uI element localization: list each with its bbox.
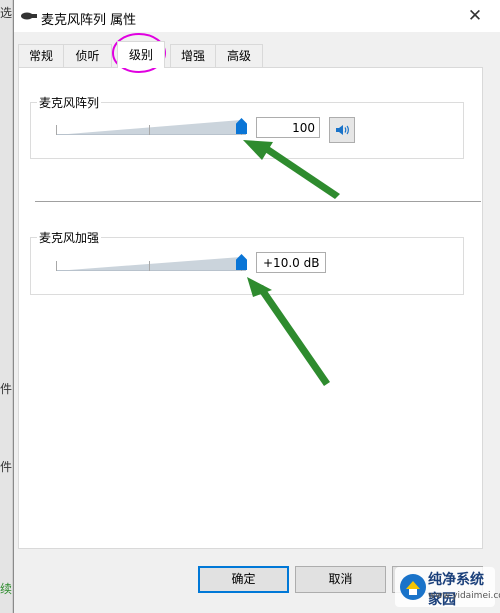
microphone-icon: [21, 12, 37, 20]
close-icon[interactable]: ✕: [463, 4, 487, 28]
mic-boost-slider[interactable]: [56, 252, 247, 274]
title-bar[interactable]: 麦克风阵列 属性 ✕: [14, 0, 500, 32]
tab-levels[interactable]: 级别: [117, 41, 165, 68]
mic-boost-label: 麦克风加强: [37, 229, 102, 246]
background-text: 件: [0, 460, 13, 474]
tab-advanced[interactable]: 高级: [215, 44, 263, 67]
watermark-logo-icon: [400, 574, 426, 600]
mic-boost-group: 麦克风加强 +10.0 dB: [30, 229, 464, 295]
ok-button[interactable]: 确定: [198, 566, 289, 593]
cancel-button[interactable]: 取消: [295, 566, 386, 593]
mic-boost-value: +10.0 dB: [256, 252, 326, 273]
properties-dialog: 麦克风阵列 属性 ✕ 常规 侦听 级别 增强 高级 麦克风阵列 100 麦克风加…: [13, 0, 500, 613]
levels-panel: 麦克风阵列 100 麦克风加强 +10.0 dB: [18, 67, 483, 549]
mute-button[interactable]: [329, 117, 355, 143]
slider-track: [56, 270, 246, 271]
background-text: 续: [0, 582, 13, 596]
slider-tick: [149, 125, 150, 135]
speaker-icon: [336, 125, 349, 135]
tab-enhancements[interactable]: 增强: [170, 44, 216, 67]
section-divider: [35, 201, 481, 202]
watermark: 纯净系统家园 www.yidaimei.com: [395, 567, 500, 608]
background-text: 件: [0, 382, 13, 396]
mic-array-value[interactable]: 100: [256, 117, 320, 138]
background-window: [0, 0, 13, 613]
dialog-title: 麦克风阵列 属性: [41, 13, 137, 28]
background-text: 选: [0, 6, 13, 20]
mic-array-slider[interactable]: [56, 116, 247, 138]
slider-tick: [56, 261, 57, 271]
watermark-url: www.yidaimei.com: [428, 591, 500, 601]
mic-array-label: 麦克风阵列: [37, 94, 102, 111]
tab-general[interactable]: 常规: [18, 44, 64, 67]
slider-tick: [56, 125, 57, 135]
watermark-title: 纯净系统家园: [428, 572, 484, 608]
slider-track: [56, 134, 246, 135]
tab-listen[interactable]: 侦听: [63, 44, 112, 67]
mic-array-group: 麦克风阵列 100: [30, 94, 464, 159]
slider-tick: [149, 261, 150, 271]
